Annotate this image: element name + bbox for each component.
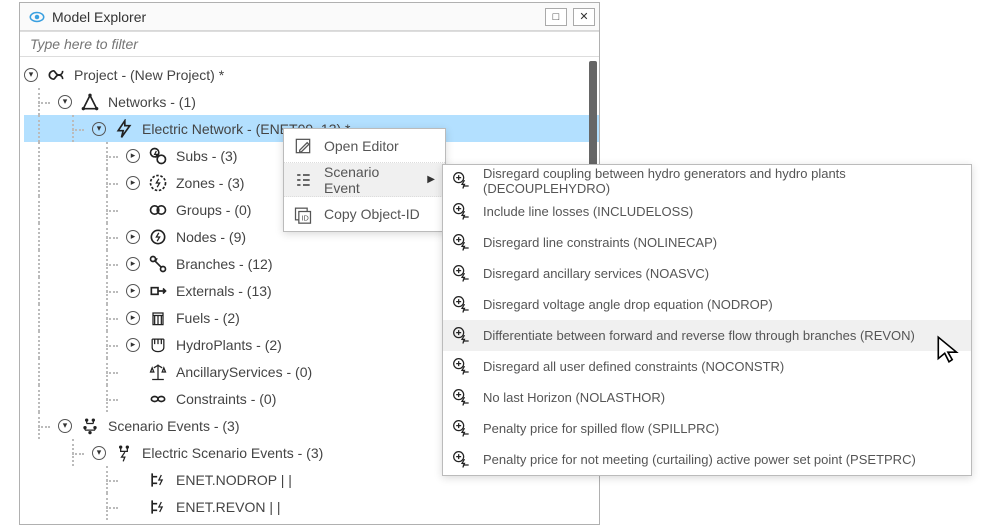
zones-icon: [146, 173, 170, 193]
ctx-label: Open Editor: [324, 138, 399, 154]
tree-node-event-revon[interactable]: ENET.REVON | |: [24, 493, 599, 520]
ctx-scenario-option[interactable]: Include line losses (INCLUDELOSS): [443, 196, 971, 227]
network-icon: [78, 92, 102, 112]
scenario-icon: [78, 416, 102, 436]
ctx-label: Include line losses (INCLUDELOSS): [483, 204, 693, 219]
ctx-scenario-option[interactable]: Penalty price for not meeting (curtailin…: [443, 444, 971, 475]
ctx-scenario-option[interactable]: No last Horizon (NOLASTHOR): [443, 382, 971, 413]
expand-placeholder: [126, 392, 140, 406]
expand-icon[interactable]: ▸: [126, 257, 140, 271]
window-title: Model Explorer: [52, 9, 539, 25]
branches-icon: [146, 254, 170, 274]
ctx-label: Disregard coupling between hydro generat…: [483, 166, 961, 196]
expand-placeholder: [126, 473, 140, 487]
edit-icon: [292, 135, 314, 157]
scenario-bolt-icon: [112, 443, 136, 463]
hydro-icon: [146, 335, 170, 355]
ctx-label: Disregard line constraints (NOLINECAP): [483, 235, 717, 250]
plus-bolt-icon: [451, 356, 473, 378]
plus-bolt-icon: [451, 263, 473, 285]
submenu-arrow-icon: ▶: [427, 174, 435, 185]
expand-icon[interactable]: ▸: [126, 284, 140, 298]
bolt-icon: [112, 119, 136, 139]
expand-icon[interactable]: ▸: [126, 149, 140, 163]
close-button[interactable]: ✕: [573, 8, 595, 26]
ctx-label: Disregard voltage angle drop equation (N…: [483, 297, 773, 312]
expand-icon[interactable]: ▸: [126, 176, 140, 190]
expand-icon[interactable]: ▸: [126, 311, 140, 325]
plus-bolt-icon: [451, 232, 473, 254]
ctx-copy-id[interactable]: Copy Object-ID: [284, 197, 445, 231]
plus-bolt-icon: [451, 294, 473, 316]
expand-placeholder: [126, 203, 140, 217]
expand-icon[interactable]: ▾: [58, 419, 72, 433]
plus-bolt-icon: [451, 201, 473, 223]
tree-node-networks[interactable]: ▾ Networks - (1): [24, 88, 599, 115]
groups-icon: [146, 200, 170, 220]
ctx-label: Copy Object-ID: [324, 206, 420, 222]
plus-bolt-icon: [451, 170, 473, 192]
ctx-scenario-option[interactable]: Disregard ancillary services (NOASVC): [443, 258, 971, 289]
ctx-scenario-option[interactable]: Disregard line constraints (NOLINECAP): [443, 227, 971, 258]
titlebar[interactable]: Model Explorer □ ✕: [20, 3, 599, 31]
ctx-label: Scenario Event: [324, 164, 417, 196]
ctx-open-editor[interactable]: Open Editor: [284, 129, 445, 163]
event-icon: [146, 470, 170, 490]
ctx-scenario-option[interactable]: Disregard voltage angle drop equation (N…: [443, 289, 971, 320]
ctx-scenario-option[interactable]: Disregard all user defined constraints (…: [443, 351, 971, 382]
app-icon: [28, 8, 46, 26]
context-menu: Open Editor Scenario Event ▶ Copy Object…: [283, 128, 446, 232]
ctx-label: Differentiate between forward and revers…: [483, 328, 915, 343]
event-icon: [146, 497, 170, 517]
ctx-label: Disregard ancillary services (NOASVC): [483, 266, 709, 281]
filter-input[interactable]: [20, 32, 599, 56]
expand-icon[interactable]: ▾: [92, 122, 106, 136]
ctx-scenario-option[interactable]: Disregard coupling between hydro generat…: [443, 165, 971, 196]
expand-icon[interactable]: ▾: [92, 446, 106, 460]
ctx-scenario-event[interactable]: Scenario Event ▶: [284, 163, 445, 197]
plus-bolt-icon: [451, 418, 473, 440]
list-icon: [292, 169, 314, 191]
tree-node-project[interactable]: ▾ Project - (New Project) *: [24, 61, 599, 88]
ctx-label: No last Horizon (NOLASTHOR): [483, 390, 665, 405]
infinity-icon: [44, 65, 68, 85]
externals-icon: [146, 281, 170, 301]
subs-icon: [146, 146, 170, 166]
plus-bolt-icon: [451, 449, 473, 471]
fuels-icon: [146, 308, 170, 328]
ctx-scenario-option[interactable]: Penalty price for spilled flow (SPILLPRC…: [443, 413, 971, 444]
expand-icon[interactable]: ▾: [58, 95, 72, 109]
plus-bolt-icon: [451, 325, 473, 347]
expand-placeholder: [126, 365, 140, 379]
ctx-label: Disregard all user defined constraints (…: [483, 359, 784, 374]
expand-icon[interactable]: ▸: [126, 338, 140, 352]
ctx-label: Penalty price for spilled flow (SPILLPRC…: [483, 421, 719, 436]
copy-id-icon: [292, 203, 314, 225]
expand-icon[interactable]: ▾: [24, 68, 38, 82]
ctx-label: Penalty price for not meeting (curtailin…: [483, 452, 916, 467]
nodes-icon: [146, 227, 170, 247]
context-submenu: Disregard coupling between hydro generat…: [442, 164, 972, 476]
minimize-button[interactable]: □: [545, 8, 567, 26]
expand-icon[interactable]: ▸: [126, 230, 140, 244]
chain-icon: [146, 389, 170, 409]
filter-bar: [20, 31, 599, 57]
ctx-scenario-option[interactable]: Differentiate between forward and revers…: [443, 320, 971, 351]
plus-bolt-icon: [451, 387, 473, 409]
scale-icon: [146, 362, 170, 382]
expand-placeholder: [126, 500, 140, 514]
